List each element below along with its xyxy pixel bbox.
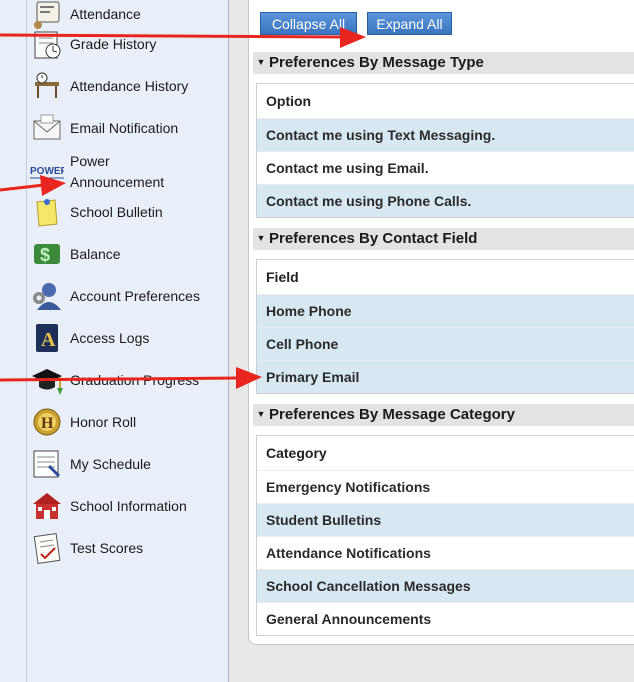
table-row[interactable]: Emergency Notifications	[257, 470, 634, 503]
sidebar-item-label: Graduation Progress	[70, 371, 200, 388]
section-header-message-type[interactable]: ▼ Preferences By Message Type	[253, 52, 634, 74]
sidebar-item-my-schedule[interactable]: My Schedule	[30, 444, 226, 484]
access-logs-icon: A	[30, 321, 64, 355]
sidebar-item-account-preferences[interactable]: Account Preferences	[30, 276, 226, 316]
sidebar-item-label: Honor Roll	[70, 413, 137, 430]
sidebar-item-label: Power Announcement	[70, 151, 164, 193]
table-row[interactable]: Contact me using Email.	[257, 151, 634, 184]
graduation-cap-icon	[30, 363, 64, 397]
table-header: Option	[266, 93, 312, 109]
message-type-table: Option Contact me using Text Messaging. …	[256, 83, 634, 218]
sidebar-item-school-bulletin[interactable]: School Bulletin	[30, 192, 226, 232]
account-preferences-icon	[30, 279, 64, 313]
sidebar-item-label: School Information	[70, 497, 187, 514]
caret-down-icon: ▼	[256, 57, 266, 67]
table-row[interactable]: General Announcements	[257, 602, 634, 635]
sidebar-item-label: Access Logs	[70, 329, 150, 346]
collapse-all-button[interactable]: Collapse All	[260, 12, 357, 35]
sidebar-item-label: Attendance History	[70, 77, 189, 94]
sidebar-item-label: Balance	[70, 245, 121, 262]
caret-down-icon: ▼	[256, 409, 266, 419]
table-row[interactable]: Contact me using Phone Calls.	[257, 184, 634, 217]
sidebar-item-test-scores[interactable]: Test Scores	[30, 528, 226, 568]
sidebar-item-power-announcement[interactable]: POWER Power Announcement	[30, 151, 226, 193]
sidebar-item-graduation-progress[interactable]: Graduation Progress	[30, 360, 226, 400]
svg-text:H: H	[41, 415, 54, 432]
sidebar-item-label: Attendance	[70, 5, 141, 22]
school-icon	[30, 489, 64, 523]
sidebar-item-label: Email Notification	[70, 119, 179, 136]
table-row[interactable]: Contact me using Text Messaging.	[257, 118, 634, 151]
sidebar-item-label-line2: Announcement	[70, 174, 165, 190]
message-category-table: Category Emergency Notifications Student…	[256, 435, 634, 636]
sidebar-item-label-line1: Power	[70, 153, 110, 169]
schedule-icon	[30, 447, 64, 481]
caret-down-icon: ▼	[256, 233, 266, 243]
grade-history-icon	[30, 27, 64, 61]
table-row[interactable]: School Cancellation Messages	[257, 569, 634, 602]
sidebar-item-label: Grade History	[70, 35, 157, 52]
sidebar-item-access-logs[interactable]: A Access Logs	[30, 318, 226, 358]
sidebar-item-balance[interactable]: $ Balance	[30, 234, 226, 274]
power-announcement-icon: POWER	[30, 155, 64, 189]
sidebar-item-label: School Bulletin	[70, 203, 163, 220]
section-title: Preferences By Contact Field	[269, 230, 478, 247]
table-header: Field	[266, 269, 299, 285]
expand-all-button[interactable]: Expand All	[367, 12, 452, 35]
honor-roll-icon: H	[30, 405, 64, 439]
section-header-contact-field[interactable]: ▼ Preferences By Contact Field	[253, 228, 634, 250]
email-icon	[30, 111, 64, 145]
sidebar-item-email-notification[interactable]: Email Notification	[30, 108, 226, 148]
sidebar-item-label: Account Preferences	[70, 287, 200, 304]
contact-field-table: Field Home Phone Cell Phone Primary Emai…	[256, 259, 634, 394]
table-row[interactable]: Cell Phone	[257, 327, 634, 360]
balance-icon: $	[30, 237, 64, 271]
table-row[interactable]: Primary Email	[257, 360, 634, 393]
table-row[interactable]: Home Phone	[257, 294, 634, 327]
svg-text:POWER: POWER	[30, 166, 64, 177]
svg-text:$: $	[40, 245, 50, 265]
section-title: Preferences By Message Type	[269, 54, 484, 71]
sidebar-item-label: Test Scores	[70, 539, 144, 556]
test-scores-icon	[30, 531, 64, 565]
sidebar-item-label: My Schedule	[70, 455, 151, 472]
attendance-history-icon	[30, 69, 64, 103]
section-header-message-category[interactable]: ▼ Preferences By Message Category	[253, 404, 634, 426]
table-row[interactable]: Attendance Notifications	[257, 536, 634, 569]
sidebar-inner-divider	[26, 0, 27, 682]
svg-text:A: A	[41, 329, 56, 351]
sidebar-item-attendance-history[interactable]: Attendance History	[30, 66, 226, 106]
table-header: Category	[266, 445, 327, 461]
sidebar-item-school-information[interactable]: School Information	[30, 486, 226, 526]
sidebar-item-grade-history[interactable]: Grade History	[30, 24, 226, 64]
bulletin-icon	[30, 195, 64, 229]
table-row[interactable]: Student Bulletins	[257, 503, 634, 536]
section-title: Preferences By Message Category	[269, 406, 515, 423]
sidebar-item-honor-roll[interactable]: H Honor Roll	[30, 402, 226, 442]
